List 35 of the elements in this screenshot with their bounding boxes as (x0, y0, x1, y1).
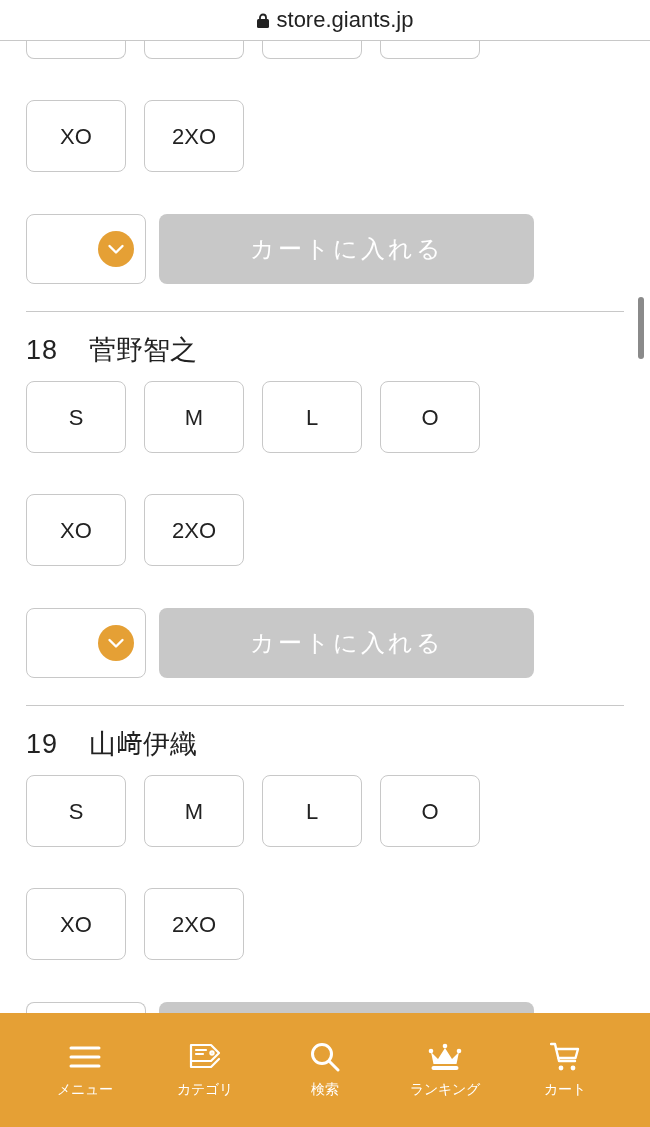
size-button[interactable]: 2XO (144, 494, 244, 566)
player-number: 19 (26, 728, 59, 760)
player-name: 菅野智之 (89, 334, 198, 366)
size-button[interactable]: 2XO (144, 100, 244, 172)
tag-icon (188, 1043, 222, 1071)
url-text[interactable]: store.giants.jp (276, 6, 414, 34)
size-button[interactable] (380, 41, 480, 59)
menu-icon (69, 1045, 101, 1069)
size-button[interactable]: M (144, 775, 244, 847)
lock-icon (256, 12, 269, 28)
cart-icon (550, 1042, 580, 1072)
quantity-select[interactable] (26, 1002, 146, 1013)
search-icon (310, 1042, 340, 1072)
quantity-select[interactable] (26, 608, 146, 678)
crown-icon (428, 1043, 462, 1071)
size-button[interactable]: O (380, 381, 480, 453)
size-button[interactable]: S (26, 775, 126, 847)
scrollbar-thumb (638, 297, 644, 359)
size-button[interactable] (262, 41, 362, 59)
chevron-down-icon (98, 625, 134, 661)
size-button[interactable]: M (144, 381, 244, 453)
quantity-select[interactable] (26, 214, 146, 284)
size-button[interactable]: 2XO (144, 888, 244, 960)
player-name: 山﨑伊織 (89, 728, 198, 760)
size-button[interactable]: L (262, 381, 362, 453)
size-button[interactable]: XO (26, 888, 126, 960)
size-button[interactable] (26, 41, 126, 59)
player-number: 18 (26, 334, 59, 366)
size-button[interactable]: O (380, 775, 480, 847)
size-button[interactable]: XO (26, 494, 126, 566)
size-button[interactable]: S (26, 381, 126, 453)
size-button[interactable] (144, 41, 244, 59)
size-button[interactable]: XO (26, 100, 126, 172)
size-button[interactable]: L (262, 775, 362, 847)
chevron-down-icon (98, 231, 134, 267)
